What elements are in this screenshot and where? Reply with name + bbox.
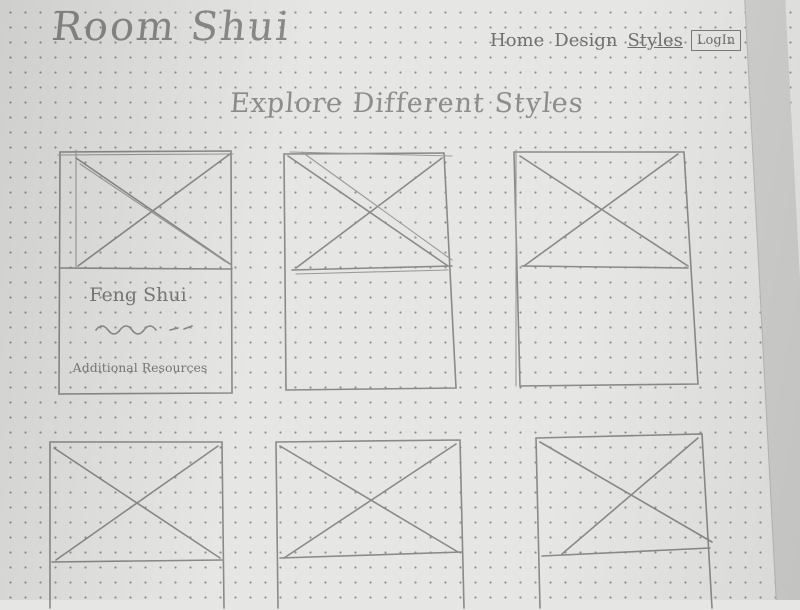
paper-edge xyxy=(744,0,800,600)
style-card-4[interactable] xyxy=(46,440,226,610)
nav-styles[interactable]: Styles xyxy=(627,30,682,51)
image-placeholder-icon xyxy=(287,151,453,269)
image-placeholder-icon xyxy=(53,445,221,561)
image-placeholder-icon xyxy=(519,153,689,267)
login-button[interactable]: LogIn xyxy=(690,30,742,51)
card-title: Feng Shui xyxy=(89,284,187,306)
image-placeholder-icon xyxy=(75,149,231,269)
style-card-feng-shui[interactable]: Feng Shui Additional Resources xyxy=(57,149,234,395)
additional-resources-link[interactable]: Additional Resources xyxy=(62,360,218,375)
image-placeholder-icon xyxy=(279,443,459,559)
style-card-2[interactable] xyxy=(282,151,458,392)
nav-design[interactable]: Design xyxy=(554,30,617,51)
style-card-3[interactable] xyxy=(512,149,700,388)
style-card-5[interactable] xyxy=(272,438,467,610)
style-card-6[interactable] xyxy=(532,432,722,610)
top-nav: Home Design Styles LogIn xyxy=(490,30,742,51)
site-logo[interactable]: Room Shui xyxy=(50,4,293,50)
image-placeholder-icon xyxy=(539,437,713,555)
page-title: Explore Different Styles xyxy=(228,88,585,119)
nav-home[interactable]: Home xyxy=(490,30,544,51)
